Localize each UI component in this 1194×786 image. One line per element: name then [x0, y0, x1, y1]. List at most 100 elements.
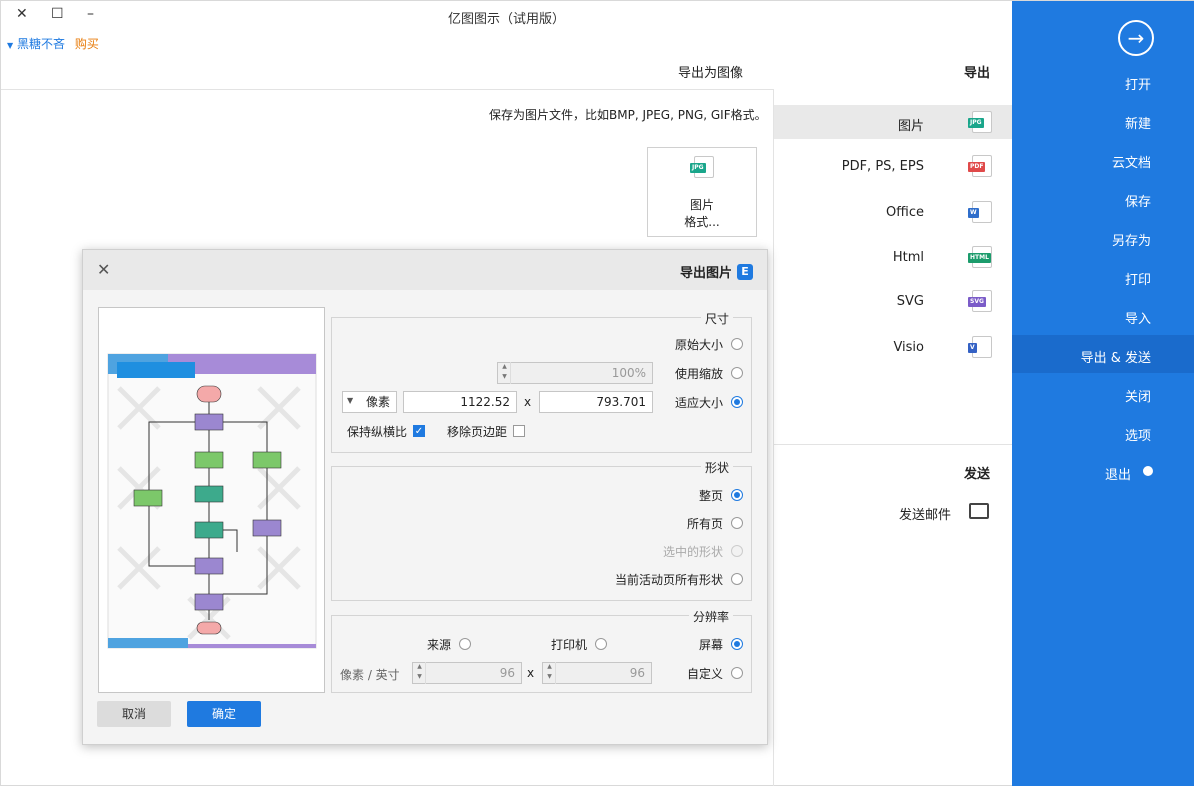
nav-item-0[interactable]: 打开 — [1125, 74, 1151, 93]
section-heading-export: 导出 — [964, 66, 991, 81]
label-original-size: 原始大小 — [674, 338, 723, 352]
window-title: 亿图图示（试用版） — [447, 12, 565, 27]
export-item-svg[interactable]: SVG SVG — [774, 285, 1012, 319]
label-use-zoom: 使用缩放 — [674, 367, 723, 381]
label-selected-shapes: 选中的形状 — [662, 545, 723, 559]
export-item-label: 图片 — [897, 119, 924, 134]
export-item-jpg[interactable]: JPG 图片 — [774, 106, 1012, 140]
export-item-label: Visio — [893, 340, 924, 355]
nav-item-3[interactable]: 保存 — [1125, 191, 1151, 210]
nav-item-4[interactable]: 另存为 — [1112, 230, 1151, 249]
zoom-input[interactable]: 100% — [497, 362, 653, 384]
header-divider — [1, 89, 774, 90]
export-item-label: PDF, PS, EPS — [841, 159, 924, 174]
remove-margin-checkbox[interactable] — [513, 425, 525, 437]
export-item-label: SVG — [896, 294, 924, 309]
image-format-card[interactable]: JPG 图片 格式... — [647, 147, 757, 237]
dpi-x-spinner-icon[interactable]: ▲ ▼ — [544, 662, 556, 684]
export-item-label: Html — [892, 250, 924, 265]
export-description: 保存为图片文件，比如BMP, JPEG, PNG, GIF格式。 — [489, 108, 767, 122]
label-active-page-shapes: 当前活动页所有形状 — [614, 573, 723, 587]
radio-selected-shapes[interactable] — [731, 545, 743, 557]
radio-custom[interactable] — [731, 667, 743, 679]
export-image-dialog: ✕ 导出图片 E 尺寸 原始大小 使用缩放 100% ▲ ▼ 适应大小 793.… — [82, 249, 768, 745]
export-item-visio[interactable]: V Visio — [774, 331, 1012, 365]
nav-item-9[interactable]: 选项 — [1125, 425, 1151, 444]
shape-group: 形状 整页 所有页 选中的形状 当前活动页所有形状 — [331, 459, 752, 601]
dialog-title-text: 导出图片 — [679, 266, 732, 281]
nav-item-5[interactable]: 打印 — [1125, 269, 1151, 288]
size-group-label: 尺寸 — [700, 310, 733, 327]
nav-item-10[interactable]: 退出 — [1105, 464, 1131, 483]
chevron-down-icon[interactable]: ▼ — [347, 396, 353, 405]
radio-active-page-shapes[interactable] — [731, 573, 743, 585]
email-icon[interactable] — [969, 503, 989, 519]
radio-printer[interactable] — [595, 638, 607, 650]
send-email-label[interactable]: 发送邮件 — [899, 504, 951, 523]
backstage-nav — [1012, 1, 1194, 786]
radio-all-pages[interactable] — [731, 517, 743, 529]
exit-icon[interactable] — [1143, 466, 1153, 476]
image-card-line2: 格式... — [684, 215, 720, 229]
radio-fit-size[interactable] — [731, 396, 743, 408]
dpi-x-input[interactable]: 96 — [542, 662, 652, 684]
flowchart-preview-image — [107, 353, 317, 649]
dpi-y-spinner-icon[interactable]: ▲ ▼ — [414, 662, 426, 684]
image-card-line1: 图片 — [689, 198, 714, 212]
radio-whole-page[interactable] — [731, 489, 743, 501]
back-arrow-icon[interactable]: → — [1118, 20, 1154, 56]
width-input[interactable]: 793.701 — [539, 391, 653, 413]
visio-file-icon: V — [968, 336, 992, 358]
keep-ratio-checkbox[interactable]: ✓ — [413, 425, 425, 437]
nav-item-6[interactable]: 导入 — [1125, 308, 1151, 327]
close-icon[interactable]: ✕ — [97, 260, 110, 279]
send-divider — [774, 444, 1012, 445]
radio-source[interactable] — [459, 638, 471, 650]
app-logo-icon: E — [737, 263, 753, 280]
radio-use-zoom[interactable] — [731, 367, 743, 379]
export-item-html[interactable]: HTML Html — [774, 241, 1012, 275]
height-input[interactable]: 1122.52 — [403, 391, 517, 413]
dropdown-arrow-icon[interactable]: ▼ — [7, 41, 13, 50]
page-preview — [98, 307, 325, 693]
dpi-y-input[interactable]: 96 — [412, 662, 522, 684]
export-item-pdf[interactable]: PDF PDF, PS, EPS — [774, 150, 1012, 184]
nav-item-7[interactable]: 导出 & 发送 — [1081, 347, 1151, 366]
label-screen: 屏幕 — [698, 638, 723, 652]
dpi-unit-label: 像素 / 英寸 — [340, 668, 400, 682]
ok-button[interactable]: 确定 — [187, 701, 261, 727]
label-all-pages: 所有页 — [686, 517, 723, 531]
send-heading: 发送 — [964, 467, 991, 482]
jpg-file-icon: JPG — [690, 156, 714, 178]
radio-screen[interactable] — [731, 638, 743, 650]
remove-margin-label: 移除页边距 — [446, 425, 507, 439]
account-name[interactable]: 黑糖不吝 — [17, 37, 65, 51]
word-file-icon: W — [968, 201, 992, 223]
cancel-button[interactable]: 取消 — [97, 701, 171, 727]
nav-item-8[interactable]: 关闭 — [1125, 386, 1151, 405]
export-item-label: Office — [886, 205, 924, 220]
zoom-spinner-icon[interactable]: ▲ ▼ — [499, 362, 511, 384]
size-x-separator: x — [524, 395, 532, 409]
keep-ratio-label: 保持纵横比 — [346, 425, 407, 439]
dpi-x-separator: x — [527, 666, 535, 680]
nav-item-2[interactable]: 云文档 — [1112, 152, 1151, 171]
dialog-header: ✕ 导出图片 E — [83, 250, 767, 290]
size-group: 尺寸 原始大小 使用缩放 100% ▲ ▼ 适应大小 793.701 x 1122… — [331, 310, 752, 453]
html-file-icon: HTML — [968, 246, 992, 268]
label-source: 来源 — [426, 638, 451, 652]
svg-file-icon: SVG — [968, 290, 992, 312]
nav-item-1[interactable]: 新建 — [1125, 113, 1151, 132]
jpg-file-icon: JPG — [968, 111, 992, 133]
buy-link[interactable]: 购买 — [75, 37, 99, 51]
resolution-group: 分辨率 屏幕 打印机 来源 自定义 96 ▲ ▼ x 96 ▲ ▼ 像素 / 英寸 — [331, 608, 752, 693]
export-item-word[interactable]: W Office — [774, 196, 1012, 230]
label-fit-size: 适应大小 — [674, 396, 723, 410]
account-bar: ▼ 黑糖不吝 购买 — [7, 35, 99, 52]
label-custom: 自定义 — [686, 667, 723, 681]
dialog-title: 导出图片 E — [680, 262, 753, 281]
pdf-file-icon: PDF — [968, 155, 992, 177]
radio-original-size[interactable] — [731, 338, 743, 350]
section-heading-export-image: 导出为图像 — [678, 66, 744, 81]
shape-group-label: 形状 — [700, 459, 733, 476]
